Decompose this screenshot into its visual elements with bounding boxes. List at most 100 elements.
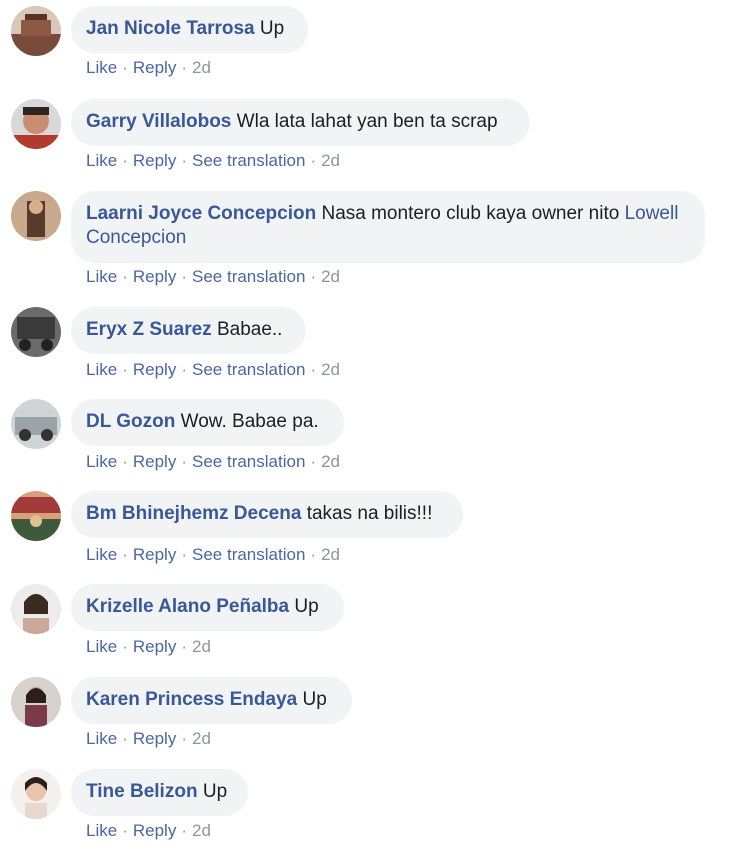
separator: · xyxy=(122,452,128,471)
comment-author[interactable]: Garry Villalobos xyxy=(86,111,231,132)
separator: · xyxy=(181,360,187,379)
comment-actions: Like · Reply · See translation · 2d xyxy=(86,452,340,472)
comment-bubble: Laarni Joyce Concepcion Nasa montero clu… xyxy=(71,191,705,263)
avatar[interactable] xyxy=(11,491,61,541)
reply-button[interactable]: Reply xyxy=(133,267,176,286)
comment-author[interactable]: Tine Belizon xyxy=(86,781,198,802)
comment-text: Wla lata lahat yan ben ta scrap xyxy=(236,111,498,132)
separator: · xyxy=(122,821,128,840)
like-button[interactable]: Like xyxy=(86,58,117,77)
reply-button[interactable]: Reply xyxy=(133,151,176,170)
avatar[interactable] xyxy=(11,769,61,819)
separator: · xyxy=(122,58,128,77)
comment-actions: Like · Reply · 2d xyxy=(86,729,211,749)
separator: · xyxy=(310,360,317,379)
comment-author[interactable]: Krizelle Alano Peñalba xyxy=(86,596,289,617)
comment-timestamp[interactable]: 2d xyxy=(192,58,211,77)
comment-text: Up xyxy=(202,781,228,802)
comment-text: Nasa montero club kaya owner nito xyxy=(321,203,620,224)
reply-button[interactable]: Reply xyxy=(133,452,176,471)
like-button[interactable]: Like xyxy=(86,452,117,471)
avatar[interactable] xyxy=(11,307,61,357)
comment-timestamp[interactable]: 2d xyxy=(321,452,340,471)
separator: · xyxy=(310,151,317,170)
comment-text: Up xyxy=(302,689,327,710)
reply-button[interactable]: Reply xyxy=(133,729,176,748)
comment-actions: Like · Reply · 2d xyxy=(86,821,211,841)
separator: · xyxy=(181,58,187,77)
avatar[interactable] xyxy=(11,584,61,634)
comment-text: Up xyxy=(294,596,319,617)
comment-timestamp[interactable]: 2d xyxy=(321,267,340,286)
comment-bubble: Jan Nicole Tarrosa Up xyxy=(71,6,308,53)
comment-text: takas na bilis!!! xyxy=(306,503,433,524)
comment-actions: Like · Reply · 2d xyxy=(86,637,211,657)
separator: · xyxy=(310,545,317,564)
separator: · xyxy=(310,452,317,471)
reply-button[interactable]: Reply xyxy=(133,545,176,564)
separator: · xyxy=(122,267,128,286)
separator: · xyxy=(122,729,128,748)
like-button[interactable]: Like xyxy=(86,637,117,656)
separator: · xyxy=(181,637,187,656)
comment-timestamp[interactable]: 2d xyxy=(321,360,340,379)
like-button[interactable]: Like xyxy=(86,267,117,286)
like-button[interactable]: Like xyxy=(86,151,117,170)
separator: · xyxy=(122,545,128,564)
separator: · xyxy=(181,267,187,286)
see-translation-link[interactable]: See translation xyxy=(192,452,305,471)
comment-bubble: DL Gozon Wow. Babae pa. xyxy=(71,399,344,446)
avatar[interactable] xyxy=(11,399,61,449)
comment-bubble: Garry Villalobos Wla lata lahat yan ben … xyxy=(71,99,530,146)
comment-bubble: Tine Belizon Up xyxy=(71,769,248,816)
see-translation-link[interactable]: See translation xyxy=(192,360,305,379)
avatar[interactable] xyxy=(11,191,61,241)
comment-timestamp[interactable]: 2d xyxy=(321,545,340,564)
comment-timestamp[interactable]: 2d xyxy=(192,729,211,748)
avatar[interactable] xyxy=(11,677,61,727)
reply-button[interactable]: Reply xyxy=(133,637,176,656)
comment-author[interactable]: Karen Princess Endaya xyxy=(86,689,297,710)
separator: · xyxy=(310,267,317,286)
separator: · xyxy=(122,360,128,379)
comment-author[interactable]: Jan Nicole Tarrosa xyxy=(86,18,255,39)
comment-bubble: Karen Princess Endaya Up xyxy=(71,677,352,724)
separator: · xyxy=(181,729,187,748)
separator: · xyxy=(181,452,187,471)
comment-text: Babae.. xyxy=(216,319,283,340)
reply-button[interactable]: Reply xyxy=(133,58,176,77)
comment-actions: Like · Reply · 2d xyxy=(86,58,211,78)
comment-bubble: Bm Bhinejhemz Decena takas na bilis!!! xyxy=(71,491,463,538)
like-button[interactable]: Like xyxy=(86,545,117,564)
comment-bubble: Eryx Z Suarez Babae.. xyxy=(71,307,306,354)
comment-author[interactable]: Bm Bhinejhemz Decena xyxy=(86,503,301,524)
comment-author[interactable]: Eryx Z Suarez xyxy=(86,319,212,340)
comment-actions: Like · Reply · See translation · 2d xyxy=(86,151,340,171)
comment-bubble: Krizelle Alano Peñalba Up xyxy=(71,584,344,631)
comment-actions: Like · Reply · See translation · 2d xyxy=(86,545,340,565)
comment-actions: Like · Reply · See translation · 2d xyxy=(86,360,340,380)
separator: · xyxy=(181,151,187,170)
like-button[interactable]: Like xyxy=(86,821,117,840)
comment-actions: Like · Reply · See translation · 2d xyxy=(86,267,340,287)
comment-author[interactable]: DL Gozon xyxy=(86,411,175,432)
comment-text: Wow. Babae pa. xyxy=(180,411,319,432)
separator: · xyxy=(181,545,187,564)
comment-timestamp[interactable]: 2d xyxy=(192,637,211,656)
see-translation-link[interactable]: See translation xyxy=(192,545,305,564)
see-translation-link[interactable]: See translation xyxy=(192,151,305,170)
avatar[interactable] xyxy=(11,99,61,149)
avatar[interactable] xyxy=(11,6,61,56)
comment-timestamp[interactable]: 2d xyxy=(192,821,211,840)
comment-text: Up xyxy=(259,18,285,39)
see-translation-link[interactable]: See translation xyxy=(192,267,305,286)
separator: · xyxy=(122,151,128,170)
comment-author[interactable]: Laarni Joyce Concepcion xyxy=(86,203,316,224)
separator: · xyxy=(181,821,187,840)
separator: · xyxy=(122,637,128,656)
like-button[interactable]: Like xyxy=(86,729,117,748)
reply-button[interactable]: Reply xyxy=(133,360,176,379)
like-button[interactable]: Like xyxy=(86,360,117,379)
reply-button[interactable]: Reply xyxy=(133,821,176,840)
comment-timestamp[interactable]: 2d xyxy=(321,151,340,170)
